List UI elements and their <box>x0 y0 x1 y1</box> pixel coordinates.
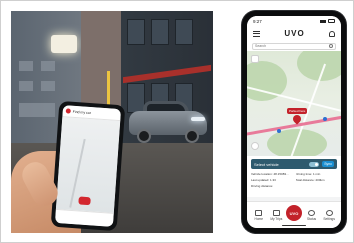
locate-me-button[interactable] <box>251 142 259 150</box>
battery-icon <box>328 19 335 23</box>
settings-icon <box>325 209 333 216</box>
trips-icon <box>272 209 280 216</box>
uvo-logo: UVO <box>284 29 305 38</box>
vehicle-toggle[interactable] <box>309 161 320 167</box>
current-location-icon <box>277 129 281 133</box>
nav-uvo-button[interactable]: UVO <box>285 205 302 221</box>
held-phone-map <box>55 117 121 213</box>
pin-icon <box>65 108 71 114</box>
info-line: Vehicle location: 48.15083... <box>251 172 289 176</box>
held-phone-screen: Find my car <box>54 105 122 227</box>
menu-icon[interactable] <box>253 30 260 37</box>
nav-label: My Trips <box>270 216 283 221</box>
signal-icon <box>320 19 326 23</box>
status-bar: 9:27 <box>247 16 341 26</box>
nav-home[interactable]: Home <box>251 209 267 221</box>
nav-label: Home <box>254 216 264 221</box>
info-card-header: Select vehicle Sync <box>251 159 337 169</box>
street-light <box>51 35 77 53</box>
map-poi-label[interactable]: Parked here <box>287 108 308 114</box>
held-phone-footer <box>54 208 114 227</box>
info-line: Total distance: 200km <box>295 178 325 182</box>
phone-device: 9:27 UVO Search Parked here Select vehic… <box>242 11 346 233</box>
app-header: UVO <box>247 26 341 41</box>
status-time: 9:27 <box>253 18 262 24</box>
notification-icon[interactable] <box>329 30 335 37</box>
nav-my-trips[interactable]: My Trips <box>268 209 284 221</box>
building-middle <box>81 11 121 106</box>
search-row <box>247 41 341 51</box>
home-indicator <box>282 224 306 226</box>
info-line <box>296 184 338 188</box>
nav-settings[interactable]: Settings <box>321 209 337 221</box>
nav-label: Settings <box>323 216 335 221</box>
home-icon <box>255 209 263 216</box>
car-photo: Find my car <box>11 11 213 233</box>
sync-button[interactable]: Sync <box>322 161 334 167</box>
bottom-nav: Home My Trips UVO Status Settings <box>247 201 341 228</box>
nav-status[interactable]: Status <box>304 209 320 221</box>
held-phone: Find my car <box>50 100 126 232</box>
phone-screen: 9:27 UVO Search Parked here Select vehic… <box>247 16 341 228</box>
uvo-icon: UVO <box>289 210 299 216</box>
content-frame: Find my car 9:27 UVO Search Parked here … <box>0 0 354 243</box>
info-line: Driving time: 1 min <box>295 172 321 176</box>
map-view[interactable]: Parked here <box>247 51 341 156</box>
suv-car <box>129 99 207 145</box>
map-layers-button[interactable] <box>251 55 259 63</box>
held-phone-title: Find my car <box>72 109 92 115</box>
status-icon <box>308 209 316 216</box>
status-icons <box>320 19 335 23</box>
search-input[interactable] <box>255 44 330 48</box>
info-card-actions: Sync <box>309 161 334 167</box>
info-line: Driving distance: <box>251 184 274 188</box>
waypoint-icon <box>323 117 327 121</box>
search-icon[interactable] <box>329 44 333 48</box>
search-box[interactable] <box>252 42 336 50</box>
car-marker-icon <box>78 196 91 206</box>
info-card-title: Select vehicle <box>254 161 279 167</box>
nav-label: Status <box>307 216 317 221</box>
info-card-details: Vehicle location: 48.15083... Driving ti… <box>251 172 337 188</box>
vehicle-info-card: Select vehicle Sync Vehicle location: 48… <box>247 156 341 197</box>
info-line: Last updated: 1.33 <box>251 178 276 182</box>
